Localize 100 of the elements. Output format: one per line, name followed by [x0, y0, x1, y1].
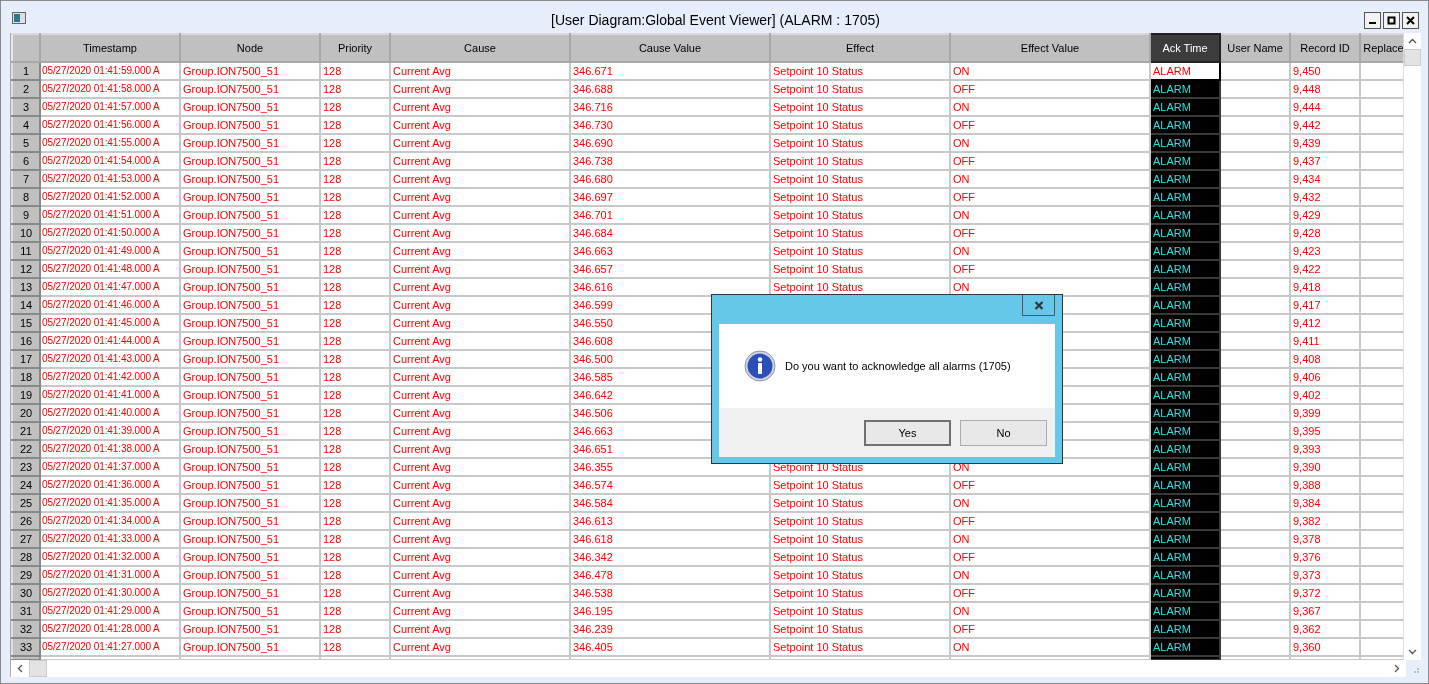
table-cell: Group.ION7500_51 — [180, 314, 320, 332]
table-cell: 346.730 — [570, 116, 770, 134]
scrollbar-thumb[interactable] — [29, 660, 47, 677]
column-header[interactable]: Replace — [1360, 34, 1403, 62]
scroll-left-icon[interactable] — [17, 664, 23, 673]
maximize-button[interactable] — [1383, 12, 1400, 29]
table-cell: 128 — [320, 116, 390, 134]
table-cell: 346.618 — [570, 530, 770, 548]
table-cell: Setpoint 10 Status — [770, 152, 950, 170]
table-cell: Current Avg — [390, 62, 570, 80]
table-cell: ON — [950, 566, 1150, 584]
table-cell: 346.584 — [570, 494, 770, 512]
table-cell: Current Avg — [390, 242, 570, 260]
column-header[interactable]: Node — [180, 34, 320, 62]
table-cell: 346.738 — [570, 152, 770, 170]
vertical-scrollbar[interactable] — [1403, 33, 1421, 660]
table-cell: Current Avg — [390, 98, 570, 116]
table-cell: 9,372 — [1290, 584, 1360, 602]
table-cell: 05/27/2020 01:41:32.000 A — [40, 548, 180, 566]
table-cell: ON — [950, 242, 1150, 260]
table-cell: OFF — [950, 620, 1150, 638]
table-cell: ON — [950, 62, 1150, 80]
column-header[interactable]: Cause Value — [570, 34, 770, 62]
table-cell: Current Avg — [390, 80, 570, 98]
table-cell: 346.239 — [570, 620, 770, 638]
scroll-right-icon[interactable] — [1394, 664, 1400, 673]
table-cell: Current Avg — [390, 188, 570, 206]
column-header[interactable]: Effect — [770, 34, 950, 62]
table-cell: OFF — [950, 512, 1150, 530]
table-cell: Setpoint 10 Status — [770, 188, 950, 206]
column-header[interactable]: Cause — [390, 34, 570, 62]
table-cell: 128 — [320, 134, 390, 152]
scrollbar-thumb[interactable] — [1404, 49, 1421, 66]
table-cell: 128 — [320, 566, 390, 584]
table-cell: 9,360 — [1290, 638, 1360, 656]
table-cell: 9,448 — [1290, 80, 1360, 98]
table-cell: 9,411 — [1290, 332, 1360, 350]
table-cell: Setpoint 10 Status — [770, 134, 950, 152]
table-cell: Current Avg — [390, 278, 570, 296]
scroll-down-icon[interactable] — [1408, 649, 1417, 655]
table-cell: Group.ION7500_51 — [180, 602, 320, 620]
table-cell: 9,439 — [1290, 134, 1360, 152]
table-cell: 128 — [320, 80, 390, 98]
table-cell: Group.ION7500_51 — [180, 152, 320, 170]
table-cell: 05/27/2020 01:41:56.000 A — [40, 116, 180, 134]
table-cell: OFF — [950, 152, 1150, 170]
table-cell: 346.613 — [570, 512, 770, 530]
horizontal-scrollbar[interactable] — [10, 660, 1406, 677]
table-cell: 128 — [320, 98, 390, 116]
table-cell: Setpoint 10 Status — [770, 566, 950, 584]
table-cell: Setpoint 10 Status — [770, 80, 950, 98]
table-cell: OFF — [950, 548, 1150, 566]
table-cell: OFF — [950, 476, 1150, 494]
column-header[interactable]: Timestamp — [40, 34, 180, 62]
table-cell: ON — [950, 494, 1150, 512]
table-cell: Current Avg — [390, 530, 570, 548]
dialog-button[interactable]: No — [960, 419, 1047, 446]
table-cell: OFF — [950, 260, 1150, 278]
table-cell: ON — [950, 170, 1150, 188]
table-cell: Group.ION7500_51 — [180, 242, 320, 260]
table-cell: 05/27/2020 01:41:33.000 A — [40, 530, 180, 548]
close-button[interactable] — [1402, 12, 1419, 29]
minimize-button[interactable] — [1364, 12, 1381, 29]
column-header[interactable]: Record ID — [1290, 34, 1360, 62]
window-title: [User Diagram:Global Event Viewer] (ALARM : 1705) — [551, 12, 880, 28]
table-cell: 128 — [320, 512, 390, 530]
table-cell: ON — [950, 98, 1150, 116]
table-cell: Current Avg — [390, 566, 570, 584]
table-cell: Setpoint 10 Status — [770, 206, 950, 224]
table-cell: 05/27/2020 01:41:53.000 A — [40, 170, 180, 188]
table-cell: 9,418 — [1290, 278, 1360, 296]
table-cell: 346.697 — [570, 188, 770, 206]
table-cell: 9,408 — [1290, 350, 1360, 368]
scroll-up-icon[interactable] — [1408, 38, 1417, 44]
table-cell: 128 — [320, 260, 390, 278]
table-cell: 05/27/2020 01:41:46.000 A — [40, 296, 180, 314]
table-cell: 05/27/2020 01:41:35.000 A — [40, 494, 180, 512]
table-cell: Setpoint 10 Status — [770, 116, 950, 134]
table-cell: Group.ION7500_51 — [180, 422, 320, 440]
table-cell: OFF — [950, 188, 1150, 206]
table-cell: Setpoint 10 Status — [770, 170, 950, 188]
table-cell: 9,434 — [1290, 170, 1360, 188]
column-header[interactable]: Priority — [320, 34, 390, 62]
table-cell: Current Avg — [390, 584, 570, 602]
dialog-button[interactable]: Yes — [864, 419, 951, 446]
table-cell: Group.ION7500_51 — [180, 116, 320, 134]
table-cell: Current Avg — [390, 134, 570, 152]
table-cell: 128 — [320, 350, 390, 368]
column-header[interactable]: Ack Time — [1150, 34, 1220, 62]
table-cell: 9,428 — [1290, 224, 1360, 242]
table-cell: Group.ION7500_51 — [180, 458, 320, 476]
table-cell: 9,390 — [1290, 458, 1360, 476]
column-header[interactable]: Effect Value — [950, 34, 1150, 62]
column-header[interactable]: User Name — [1220, 34, 1290, 62]
table-cell: 346.663 — [570, 242, 770, 260]
table-cell: Group.ION7500_51 — [180, 566, 320, 584]
table-cell: 346.684 — [570, 224, 770, 242]
table-cell: 128 — [320, 368, 390, 386]
close-button[interactable] — [1022, 295, 1055, 316]
table-cell: 128 — [320, 638, 390, 656]
